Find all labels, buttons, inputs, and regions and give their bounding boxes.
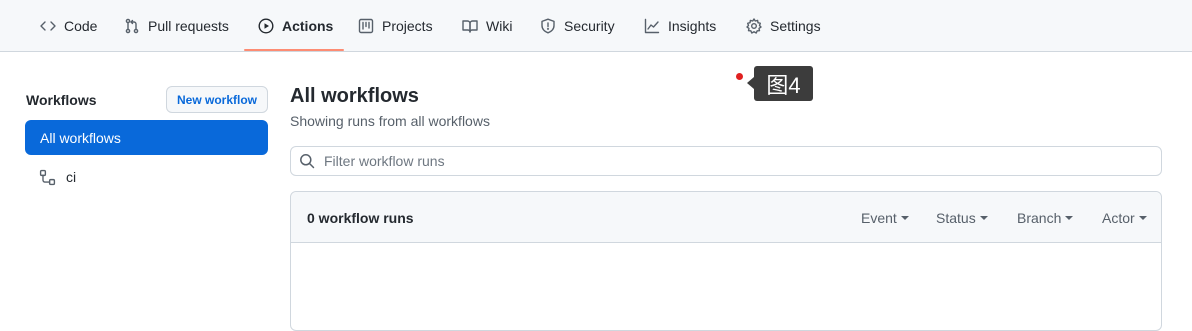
tab-projects-label: Projects — [382, 18, 433, 34]
status-filter-dropdown[interactable]: Status — [936, 210, 988, 226]
sidebar-item-ci[interactable]: ci — [25, 160, 268, 194]
page-title: All workflows — [290, 85, 419, 107]
tab-security-label: Security — [564, 18, 615, 34]
filter-input[interactable] — [324, 153, 1144, 169]
caret-down-icon — [979, 216, 988, 220]
caret-down-icon — [900, 216, 909, 220]
new-workflow-button[interactable]: New workflow — [166, 86, 268, 113]
code-icon — [40, 21, 56, 31]
tab-actions-label: Actions — [282, 18, 334, 34]
workflow-runs-count: 0 workflow runs — [307, 210, 414, 226]
play-icon — [258, 18, 274, 34]
annotation-dot — [736, 73, 743, 80]
shield-icon — [541, 18, 555, 34]
actor-filter-label: Actor — [1102, 210, 1135, 226]
page-subtitle: Showing runs from all workflows — [290, 113, 490, 129]
annotation-callout: 图4 — [747, 66, 813, 101]
tab-wiki[interactable]: Wiki — [462, 0, 512, 52]
event-filter-label: Event — [861, 210, 897, 226]
tab-actions[interactable]: Actions — [258, 0, 333, 52]
branch-filter-label: Branch — [1017, 210, 1062, 226]
workflow-runs-header: 0 workflow runs Event Status Branch Acto… — [291, 192, 1161, 243]
graph-icon — [644, 18, 660, 34]
status-filter-label: Status — [936, 210, 976, 226]
sidebar-item-label: ci — [66, 169, 77, 185]
project-board-icon — [358, 18, 374, 34]
filter-workflow-runs[interactable] — [290, 146, 1162, 176]
active-tab-indicator — [244, 49, 344, 51]
workflow-icon — [39, 169, 56, 185]
tab-code-label: Code — [64, 18, 98, 34]
search-icon — [300, 154, 315, 169]
caret-down-icon — [1065, 216, 1074, 220]
gear-icon — [746, 18, 762, 34]
tab-pull-requests[interactable]: Pull requests — [124, 0, 229, 52]
sidebar-item-all-workflows[interactable]: All workflows — [25, 120, 268, 155]
tab-security[interactable]: Security — [540, 0, 615, 52]
caret-down-icon — [1138, 216, 1147, 220]
tab-pull-requests-label: Pull requests — [148, 18, 229, 34]
tab-code[interactable]: Code — [40, 0, 97, 52]
branch-filter-dropdown[interactable]: Branch — [1017, 210, 1074, 226]
tab-insights-label: Insights — [668, 18, 717, 34]
git-pull-request-icon — [125, 18, 139, 34]
workflow-runs-panel: 0 workflow runs Event Status Branch Acto… — [290, 191, 1162, 331]
tab-settings[interactable]: Settings — [746, 0, 821, 52]
tab-settings-label: Settings — [770, 18, 821, 34]
sidebar-item-label: All workflows — [40, 129, 121, 146]
tab-projects[interactable]: Projects — [358, 0, 433, 52]
event-filter-dropdown[interactable]: Event — [861, 210, 909, 226]
tab-insights[interactable]: Insights — [644, 0, 716, 52]
actor-filter-dropdown[interactable]: Actor — [1102, 210, 1147, 226]
sidebar-title: Workflows — [26, 92, 97, 108]
repo-nav-bar: Code Pull requests Actions Projects Wiki… — [0, 0, 1192, 52]
tab-wiki-label: Wiki — [486, 18, 513, 34]
book-icon — [462, 20, 478, 33]
